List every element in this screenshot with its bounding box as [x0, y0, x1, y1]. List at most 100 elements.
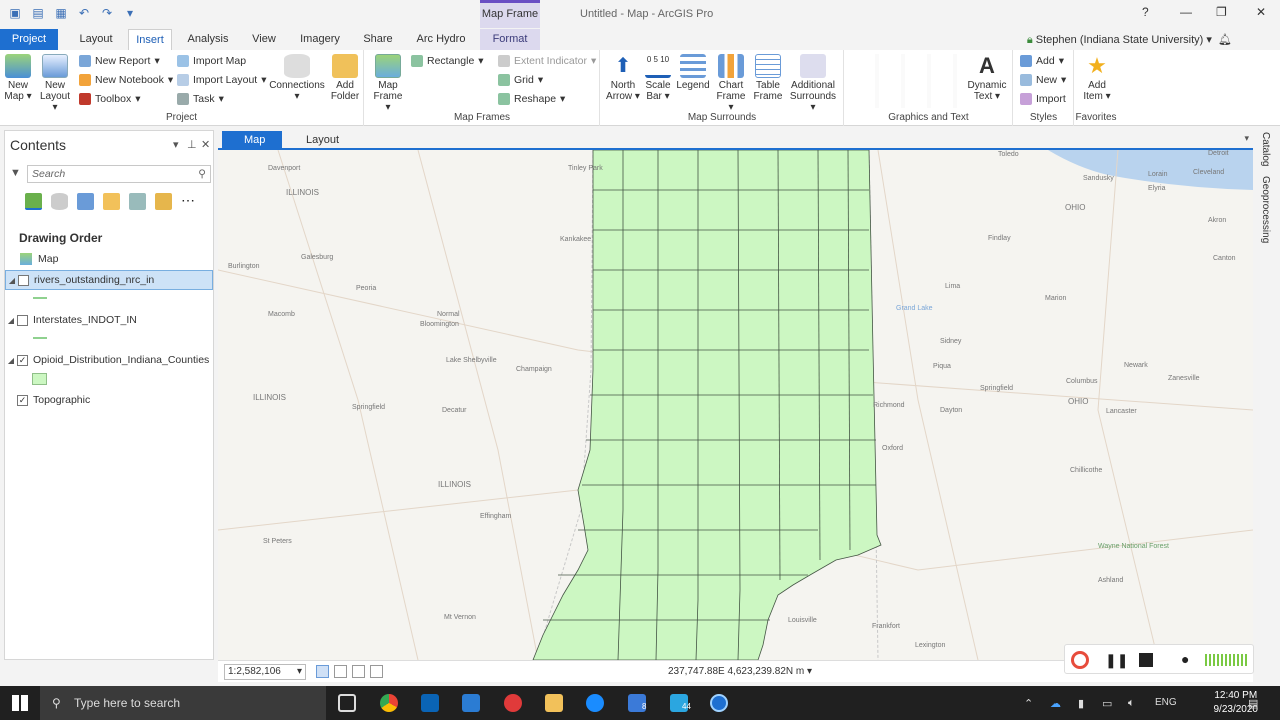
tab-format[interactable]: Format — [480, 29, 540, 50]
new-layout-button[interactable]: New Layout ▾ — [38, 54, 72, 113]
tab-map-view[interactable]: Map ✕ — [222, 131, 282, 165]
chevron-down-icon[interactable]: ▾ — [807, 666, 812, 677]
tab-imagery[interactable]: Imagery — [294, 29, 346, 50]
maximize-button[interactable]: ❐ — [1216, 5, 1227, 19]
notifications-icon[interactable]: ▤ — [1248, 697, 1258, 710]
connections-button[interactable]: Connections ▾ — [268, 54, 326, 102]
layer-row[interactable]: ◢ rivers_outstanding_nrc_in — [5, 270, 213, 290]
tab-project[interactable]: Project — [0, 29, 58, 50]
extent-indicator-button[interactable]: Extent Indicator ▾ — [498, 55, 596, 67]
help-icon[interactable]: ? — [1142, 5, 1149, 19]
list-by-labeling-icon[interactable] — [155, 193, 172, 210]
list-by-editing-icon[interactable] — [103, 193, 120, 210]
toolbox-button[interactable]: Toolbox ▾ — [79, 93, 140, 105]
geoprocessing-pane-tab[interactable]: Geoprocessing — [1260, 176, 1271, 243]
styles-import-button[interactable]: Import — [1020, 93, 1066, 105]
map-view[interactable]: Detroit Toledo Cleveland Sandusky Elyria… — [218, 150, 1253, 660]
minimize-button[interactable]: — — [1180, 5, 1192, 19]
list-by-drawing-order-icon[interactable] — [25, 193, 42, 210]
map-canvas[interactable]: Detroit Toledo Cleveland Sandusky Elyria… — [218, 150, 1253, 660]
grid-button[interactable]: Grid ▾ — [498, 74, 543, 86]
pin-icon[interactable]: ⊥ — [187, 138, 197, 151]
tab-view[interactable]: View — [246, 29, 282, 50]
styles-new-button[interactable]: New ▾ — [1020, 74, 1066, 86]
pause-button[interactable]: ❚❚ — [1105, 652, 1128, 669]
view-tabs-menu-icon[interactable]: ▾ — [1244, 133, 1249, 144]
new-report-button[interactable]: New Report ▾ — [79, 55, 160, 67]
search-input[interactable]: Search ⚲ — [27, 165, 211, 183]
outlook-icon[interactable] — [421, 694, 439, 712]
reshape-button[interactable]: Reshape ▾ — [498, 93, 565, 105]
more-options-icon[interactable]: ⋯ — [181, 193, 198, 210]
new-map-button[interactable]: New Map ▾ — [2, 54, 34, 102]
save-icon[interactable]: ▦ — [54, 6, 68, 20]
undo-icon[interactable]: ↶ — [77, 6, 91, 20]
taskbar-search[interactable]: ⚲ Type here to search — [40, 686, 326, 720]
show-hidden-icons-icon[interactable]: ⌃ — [1024, 697, 1033, 710]
stop-button[interactable] — [1139, 653, 1153, 667]
tab-arc-hydro[interactable]: Arc Hydro — [410, 29, 472, 50]
list-by-selection-icon[interactable] — [77, 193, 94, 210]
chart-frame-button[interactable]: Chart Frame ▾ — [713, 54, 749, 113]
usb-icon[interactable]: ▮ — [1078, 697, 1084, 710]
messenger-icon[interactable] — [586, 694, 604, 712]
user-account[interactable]: 🔒︎ Stephen (Indiana State University) ▾ … — [1027, 33, 1232, 47]
open-icon[interactable]: ▤ — [31, 6, 45, 20]
import-layout-button[interactable]: Import Layout ▾ — [177, 74, 266, 86]
scale-selector[interactable]: 1:2,582,106 ▾ — [224, 664, 306, 680]
add-folder-button[interactable]: Add Folder — [328, 54, 362, 102]
refresh-icon[interactable] — [370, 665, 383, 678]
list-by-source-icon[interactable] — [51, 193, 68, 210]
table-frame-button[interactable]: Table Frame — [751, 54, 785, 102]
layer-visibility-checkbox[interactable] — [18, 274, 29, 286]
map-frame-button[interactable]: Map Frame ▾ — [371, 54, 405, 113]
calendar-icon[interactable] — [462, 694, 480, 712]
filter-icon[interactable]: ▼ — [10, 167, 21, 179]
dynamic-text-button[interactable]: A Dynamic Text ▾ — [963, 54, 1011, 103]
pane-menu-icon[interactable]: ▾ — [173, 138, 179, 151]
fixed-extent-icon[interactable] — [316, 665, 329, 678]
battery-icon[interactable]: ▭ — [1102, 697, 1112, 710]
list-by-snapping-icon[interactable] — [129, 193, 146, 210]
catalog-pane-tab[interactable]: Catalog — [1260, 132, 1271, 166]
open-project-icon[interactable]: ▣ — [8, 6, 22, 20]
tab-analysis[interactable]: Analysis — [182, 29, 234, 50]
tab-insert[interactable]: Insert — [128, 29, 172, 50]
start-button[interactable] — [12, 695, 28, 711]
close-window-button[interactable]: ✕ — [1256, 5, 1266, 19]
task-view-icon[interactable] — [338, 694, 356, 712]
file-explorer-icon[interactable] — [545, 694, 563, 712]
microphone-icon[interactable]: ● — [1181, 651, 1189, 667]
layer-visibility-checkbox[interactable] — [17, 314, 28, 326]
layer-visibility-checkbox[interactable]: ✓ — [17, 354, 28, 366]
recorder-app-icon[interactable] — [504, 694, 522, 712]
legend-button[interactable]: Legend — [675, 54, 711, 91]
task-button[interactable]: Task ▾ — [177, 93, 224, 105]
north-arrow-button[interactable]: ⬆ North Arrow ▾ — [605, 54, 641, 102]
notepad-icon[interactable]: 8 — [628, 694, 646, 712]
chrome-icon[interactable] — [380, 694, 398, 712]
tab-layout[interactable]: Layout — [72, 29, 120, 50]
table-icon[interactable] — [352, 665, 365, 678]
redo-icon[interactable]: ↷ — [100, 6, 114, 20]
tab-layout-view[interactable]: Layout — [284, 131, 344, 150]
arcgis-catalog-icon[interactable]: 44 — [670, 694, 691, 712]
expand-toggle[interactable]: ◢ — [5, 356, 17, 365]
layer-row[interactable]: ◢ Interstates_INDOT_IN — [5, 310, 213, 330]
add-item-button[interactable]: ★ Add Item ▾ — [1079, 54, 1115, 103]
scale-bar-button[interactable]: 0 5 10 Scale Bar ▾ — [643, 54, 673, 102]
new-notebook-button[interactable]: New Notebook ▾ — [79, 74, 173, 86]
expand-toggle[interactable]: ◢ — [5, 316, 17, 325]
additional-surrounds-button[interactable]: Additional Surrounds ▾ — [787, 54, 839, 113]
volume-icon[interactable]: 🔈︎ — [1128, 697, 1135, 710]
arcgis-pro-icon[interactable] — [710, 694, 728, 712]
tab-share[interactable]: Share — [358, 29, 398, 50]
language-indicator[interactable]: ENG — [1155, 697, 1177, 708]
layer-row[interactable]: ◢ ✓ Opioid_Distribution_Indiana_Counties — [5, 350, 213, 370]
styles-add-button[interactable]: Add ▾ — [1020, 55, 1064, 67]
graphics-gallery[interactable] — [853, 54, 957, 108]
map-node[interactable]: Map — [5, 249, 213, 269]
grid-snap-icon[interactable] — [334, 665, 347, 678]
layer-row[interactable]: ✓ Topographic — [5, 390, 213, 410]
customize-icon[interactable]: ▾ — [123, 6, 137, 20]
